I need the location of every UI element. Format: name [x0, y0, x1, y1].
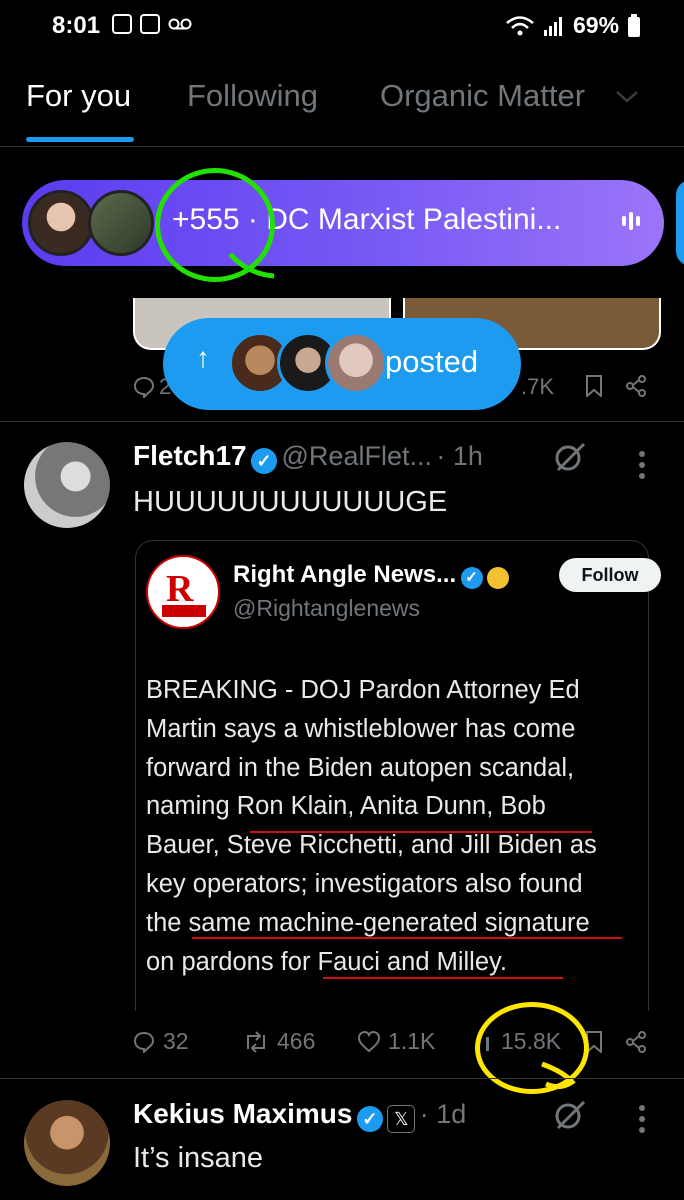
tweet-text: HUUUUUUUUUUUUGE	[133, 486, 448, 518]
yellow-annotation-tail	[541, 1062, 576, 1090]
host-avatar	[28, 190, 94, 256]
poster-avatar	[325, 332, 387, 394]
status-bar: 8:01 69%	[0, 0, 684, 52]
quote-line: forward in the Biden autopen scandal,	[146, 753, 575, 782]
tweet-divider	[0, 421, 684, 422]
repost-icon	[247, 1030, 265, 1053]
author-name[interactable]: Fletch17	[133, 440, 247, 471]
status-right: 69%	[505, 12, 641, 39]
tweet-text: It’s insane	[133, 1142, 264, 1174]
tweet-time: · 1h	[436, 441, 483, 471]
gold-badge-icon	[487, 566, 510, 589]
tweet-header: Kekius Maximus ✓ 𝕏 · 1d	[133, 1098, 466, 1133]
quote-line: BREAKING - DOJ Pardon Attorney Ed	[146, 676, 580, 704]
verified-badge-icon: ✓	[356, 1105, 383, 1132]
status-time: 8:01	[52, 12, 101, 39]
reply-button[interactable]: 32	[133, 1028, 189, 1055]
grok-icon[interactable]	[552, 1098, 588, 1134]
author-avatar[interactable]	[24, 442, 110, 528]
next-space-pill[interactable]	[676, 180, 684, 266]
quoted-author-avatar: R	[146, 555, 220, 629]
speaker-avatar	[88, 190, 154, 256]
spaces-live-pill[interactable]: +555 · DC Marxist Palestini...	[22, 180, 664, 266]
svg-text:R: R	[166, 568, 194, 610]
space-name: DC Marxist Palestini...	[266, 203, 562, 236]
new-posts-label: posted	[385, 344, 479, 379]
quoted-tweet-text: BREAKING - DOJ Pardon Attorney Ed Martin…	[146, 671, 646, 981]
more-options-icon[interactable]	[638, 1104, 646, 1139]
repost-count: 466	[277, 1028, 316, 1054]
chevron-down-icon[interactable]	[614, 88, 640, 106]
quote-line: Martin says a whistleblower has come	[146, 714, 576, 743]
tweet-time: · 1d	[419, 1099, 467, 1129]
green-annotation-tail	[228, 252, 275, 279]
battery-icon	[628, 13, 641, 37]
author-handle[interactable]: @RealFlet...	[282, 441, 432, 471]
quoted-header: Right Angle News... ✓	[233, 561, 510, 589]
notification-icons	[112, 14, 192, 34]
quote-line: key operators; investigators also found	[146, 869, 583, 898]
quote-line: naming Ron Klain, Anita Dunn, Bob	[146, 792, 546, 821]
verified-badge-icon: ✓	[251, 447, 278, 474]
like-count: 1.1K	[388, 1028, 436, 1054]
active-tab-indicator	[26, 137, 134, 142]
tab-organic-matter[interactable]: Organic Matter	[380, 78, 585, 114]
signal-icon	[544, 16, 562, 36]
more-options-icon[interactable]	[638, 450, 646, 485]
arrow-up-icon: ↑	[196, 342, 210, 373]
like-button[interactable]: 1.1K	[358, 1028, 435, 1055]
follow-button[interactable]: Follow	[559, 558, 661, 592]
quoted-author-handle: @Rightanglenews	[233, 595, 421, 621]
author-avatar[interactable]	[24, 1100, 110, 1186]
voicemail-icon	[168, 18, 192, 30]
quoted-tweet[interactable]: R Right Angle News... ✓ @Rightanglenews …	[135, 540, 661, 1011]
share-icon[interactable]	[625, 1031, 647, 1053]
quoted-author-name: Right Angle News...	[233, 561, 457, 588]
reply-count: 32	[163, 1028, 189, 1054]
reply-icon	[133, 1031, 155, 1053]
battery-percent: 69%	[573, 12, 620, 38]
timeline-tabs: For you Following Organic Matter	[0, 60, 684, 147]
verified-badge-icon: ✓	[460, 566, 483, 589]
wifi-icon	[506, 15, 534, 35]
tab-following[interactable]: Following	[187, 78, 318, 114]
tweet-divider	[0, 1078, 684, 1079]
quote-line: on pardons for Fauci and Milley.	[146, 947, 507, 976]
audio-wave-icon	[622, 212, 640, 230]
red-underline	[323, 977, 563, 979]
x-affiliate-icon: 𝕏	[387, 1104, 416, 1133]
tab-for-you[interactable]: For you	[26, 78, 131, 114]
red-underline	[192, 937, 622, 939]
author-name[interactable]: Kekius Maximus	[133, 1098, 352, 1129]
view-count: .7K	[521, 374, 555, 399]
photo-icon	[140, 14, 160, 34]
heart-icon	[358, 1030, 380, 1052]
gallery-icon	[112, 14, 132, 34]
reply-icon[interactable]	[133, 376, 155, 398]
share-icon[interactable]	[625, 375, 647, 397]
tweet-header: Fletch17 ✓ @RealFlet... · 1h	[133, 440, 483, 474]
new-posts-pill[interactable]: ↑ posted	[163, 318, 521, 410]
grok-icon[interactable]	[552, 440, 588, 476]
red-underline	[250, 831, 592, 833]
bookmark-icon[interactable]	[585, 375, 603, 397]
repost-button[interactable]: 466	[243, 1028, 315, 1055]
